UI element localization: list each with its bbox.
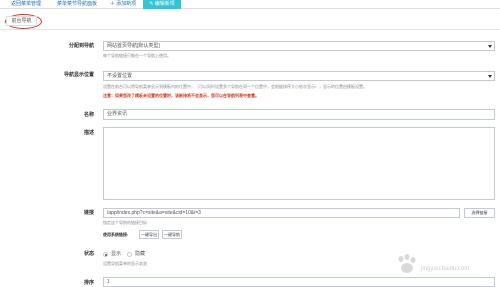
link-help: 指定这个导航的链接目标 <box>103 220 147 225</box>
group-help: 每个导航链接只能在一个导航上使用。 <box>103 53 171 58</box>
sort-label: 排序 <box>83 280 94 286</box>
status-hide-label: 隐藏 <box>135 251 146 257</box>
tab-add-item[interactable]: ＋ 添加新项 <box>106 0 140 9</box>
status-radio-group: 显示 隐藏 <box>103 251 173 259</box>
quick-nav-button[interactable]: 一键导航 <box>162 230 182 239</box>
sort-input[interactable]: 1 <box>103 277 495 287</box>
baidu-watermark: jingyan.baidu.com <box>395 254 495 278</box>
tab-nav-panel[interactable]: 菜单菜节导航面板 <box>52 0 102 9</box>
link-label: 链接 <box>83 210 94 216</box>
watermark-text: jingyan.baidu.com <box>421 266 470 272</box>
chevron-down-icon <box>488 45 492 48</box>
description-label: 描述 <box>83 130 94 136</box>
sort-input-value: 1 <box>107 279 110 285</box>
chevron-down-icon <box>488 75 492 78</box>
position-warning: 注意：如果您改了模板未设置的位置时，该新排将不会显示，您可以在导航列表中查看。 <box>103 93 259 98</box>
link-input-value: /app/index.php?c=site&a=site&cid=10&i=3 <box>107 210 201 216</box>
status-show-radio[interactable] <box>103 252 108 257</box>
status-help: 设置导航菜单的显示状态 <box>103 261 147 266</box>
select-link-button[interactable]: 选择链接 <box>464 208 495 218</box>
tab-bar: 返回菜单管理 菜单菜节导航面板 ＋ 添加新项 ✎ 编辑新项 <box>0 0 500 9</box>
breadcrumb: 前台导航 <box>6 16 37 26</box>
baidu-paw-icon <box>398 254 416 273</box>
position-select[interactable]: 不设置位置 <box>103 71 495 81</box>
position-help: 设置在前台可以将导航菜单显示到模板内的位置中，（可以同时设置多个导航在同一个位置… <box>103 84 367 89</box>
name-label: 名称 <box>83 112 94 118</box>
divider <box>0 29 500 30</box>
tab-back-to-menu[interactable]: 返回菜单管理 <box>6 0 46 9</box>
group-label: 分配到导航 <box>68 43 94 49</box>
tab-edit-item[interactable]: ✎ 编辑新项 <box>143 0 181 9</box>
group-select-value: 网站首页导航[默认类型] <box>107 43 160 49</box>
group-select[interactable]: 网站首页导航[默认类型] <box>103 41 495 51</box>
name-input[interactable]: 业界资讯 <box>103 109 495 120</box>
description-textarea[interactable] <box>103 127 495 200</box>
status-show-label: 显示 <box>111 251 122 257</box>
position-label: 导航显示位置 <box>63 72 94 78</box>
quick-export-button[interactable]: 一键导出 <box>139 230 159 239</box>
position-select-value: 不设置位置 <box>107 73 133 79</box>
status-hide-radio[interactable] <box>127 252 132 257</box>
name-input-value: 业界资讯 <box>107 111 128 117</box>
link-input[interactable]: /app/index.php?c=site&a=site&cid=10&i=3 <box>103 208 460 218</box>
quick-links-label: 使用系统链接: <box>103 232 129 237</box>
status-label: 状态 <box>83 251 94 257</box>
